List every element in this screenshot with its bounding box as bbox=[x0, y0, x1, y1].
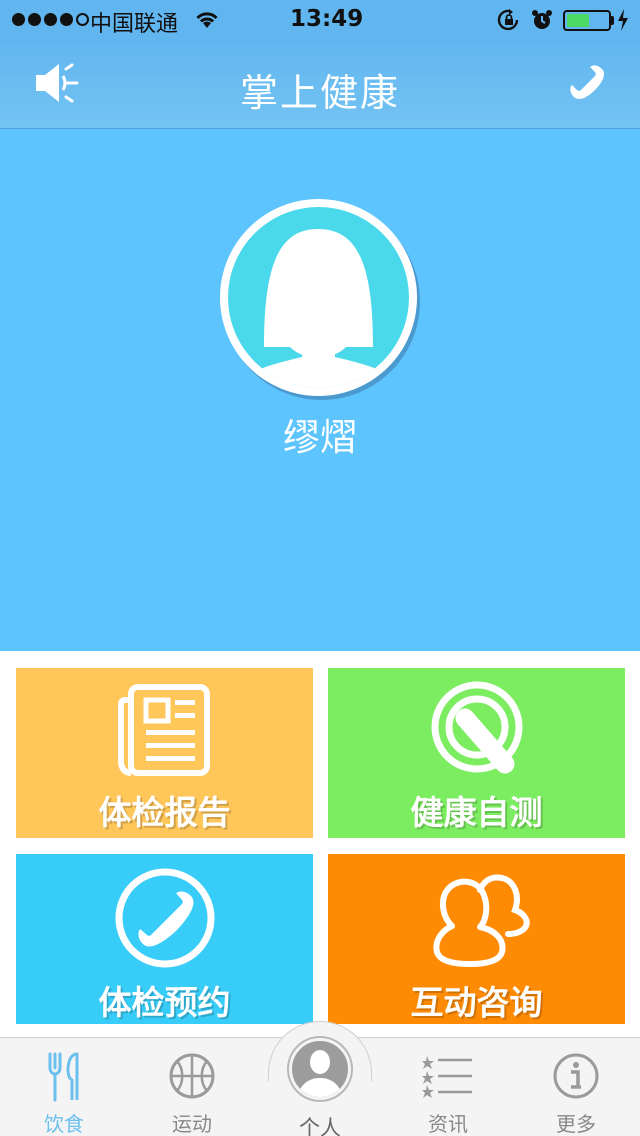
tab-more[interactable]: 更多 bbox=[512, 1038, 640, 1136]
tile-label: 体检报告 bbox=[98, 793, 231, 832]
tab-diet[interactable]: 饮食 bbox=[0, 1038, 128, 1136]
user-name: 缪熠 bbox=[283, 416, 357, 459]
tab-personal[interactable] bbox=[289, 1038, 351, 1100]
female-avatar-icon bbox=[228, 207, 409, 388]
person-icon bbox=[298, 1050, 342, 1097]
phone-circle-icon bbox=[16, 866, 313, 970]
tile-label: 健康自测 bbox=[410, 793, 543, 832]
avatar[interactable] bbox=[220, 199, 417, 396]
charging-icon bbox=[617, 9, 629, 37]
tile-checkup-booking[interactable]: 体检预约 bbox=[16, 854, 313, 1024]
info-icon bbox=[512, 1052, 640, 1100]
page-title: 掌上健康 bbox=[239, 71, 400, 115]
tab-label: 资讯 bbox=[428, 1112, 468, 1136]
tile-label: 体检预约 bbox=[98, 983, 231, 1022]
alarm-icon bbox=[531, 9, 553, 37]
tab-label: 饮食 bbox=[44, 1112, 84, 1136]
tile-label: 互动咨询 bbox=[410, 983, 543, 1022]
tile-self-test[interactable]: 健康自测 bbox=[328, 668, 625, 838]
tab-label: 运动 bbox=[172, 1112, 212, 1136]
tab-news[interactable]: 资讯 bbox=[384, 1038, 512, 1136]
status-bar: 中国联通 13:49 bbox=[0, 0, 640, 40]
users-icon bbox=[328, 866, 625, 970]
self-test-icon bbox=[328, 680, 625, 780]
wifi-icon bbox=[194, 9, 220, 35]
fork-knife-icon bbox=[0, 1052, 128, 1102]
battery-tip bbox=[611, 16, 614, 25]
signal-strength-icon bbox=[12, 13, 89, 26]
tile-interactive-consult[interactable]: 互动咨询 bbox=[328, 854, 625, 1024]
phone-icon[interactable] bbox=[566, 61, 610, 109]
tab-label: 更多 bbox=[556, 1112, 596, 1136]
tile-checkup-report[interactable]: 体检报告 bbox=[16, 668, 313, 838]
battery-icon bbox=[563, 10, 611, 31]
profile-header: 缪熠 bbox=[0, 129, 640, 651]
navigation-bar: 掌上健康 bbox=[0, 40, 640, 129]
clock: 13:49 bbox=[290, 6, 364, 32]
list-icon bbox=[384, 1052, 512, 1098]
tab-sport[interactable]: 运动 bbox=[128, 1038, 256, 1136]
newspaper-icon bbox=[16, 680, 313, 780]
carrier-name: 中国联通 bbox=[90, 12, 179, 37]
rotation-lock-icon bbox=[497, 9, 521, 37]
tab-label: 个人 bbox=[299, 1116, 341, 1136]
basketball-icon bbox=[128, 1052, 256, 1100]
